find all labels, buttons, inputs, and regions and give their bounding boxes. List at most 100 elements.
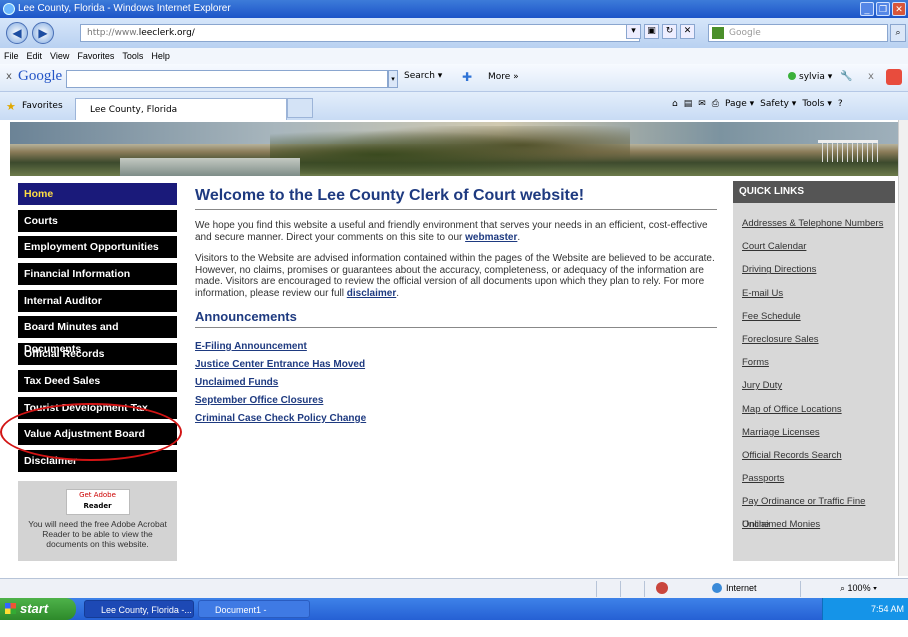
adobe-reader-label: Reader (83, 502, 112, 510)
window-title-bar: Lee County, Florida - Windows Internet E… (0, 0, 908, 18)
nav-courts[interactable]: Courts (18, 209, 177, 232)
quick-link[interactable]: Addresses & Telephone Numbers (733, 212, 895, 235)
quick-link[interactable]: Fee Schedule (733, 305, 895, 328)
disclaimer-text: Visitors to the Website are advised info… (195, 253, 715, 299)
announcement-link[interactable]: E-Filing Announcement (195, 338, 715, 356)
status-divider (620, 581, 621, 597)
nav-official-records[interactable]: Official Records (18, 343, 177, 366)
status-divider (800, 581, 801, 597)
close-toolbar-icon[interactable]: x (6, 71, 12, 82)
refresh-icon[interactable]: ↻ (662, 24, 677, 39)
quick-link[interactable]: Pay Ordinance or Traffic Fine Online (733, 490, 895, 530)
banner-pier (818, 140, 878, 162)
quick-link[interactable]: Driving Directions (733, 258, 895, 281)
google-toolbar: x Google ▾ Search ▾ ✚ More » sylvia ▾ 🔧 … (0, 64, 908, 92)
adobe-reader-box: Get Adobe Reader You will need the free … (18, 481, 177, 561)
nav-board-minutes[interactable]: Board Minutes and Documents (18, 316, 177, 355)
nav-home[interactable]: Home (18, 183, 177, 205)
maximize-button[interactable]: ❐ (876, 2, 890, 16)
nav-tax-deed-sales[interactable]: Tax Deed Sales (18, 369, 177, 392)
zoom-control[interactable]: ⌕ 100% ▾ (840, 583, 877, 594)
menu-file[interactable]: File (4, 48, 19, 64)
tab-lee-county[interactable]: Lee County, Florida (75, 98, 287, 120)
new-tab-button[interactable] (287, 98, 313, 118)
google-search-input[interactable] (66, 70, 388, 88)
main-content: Welcome to the Lee County Clerk of Court… (195, 187, 717, 428)
menu-tools[interactable]: Tools (122, 48, 143, 64)
toolbar-app-icon[interactable] (886, 69, 902, 85)
announcement-link[interactable]: Unclaimed Funds (195, 374, 715, 392)
start-button[interactable]: start (0, 598, 76, 620)
page-menu[interactable]: Page ▾ (725, 99, 754, 109)
webmaster-link[interactable]: webmaster (465, 232, 517, 243)
quick-link[interactable]: Passports (733, 467, 895, 490)
google-search-button[interactable]: Search ▾ (404, 71, 442, 81)
stop-icon[interactable]: ✕ (680, 24, 695, 39)
menu-view[interactable]: View (50, 48, 69, 64)
menu-favorites[interactable]: Favorites (77, 48, 114, 64)
quick-link[interactable]: Marriage Licenses (733, 421, 895, 444)
url-host: leeclerk.org/ (138, 28, 195, 38)
minimize-button[interactable]: _ (860, 2, 874, 16)
banner-trees (270, 126, 630, 174)
google-dropdown-icon[interactable]: ▾ (388, 70, 398, 88)
disclaimer-link[interactable]: disclaimer (347, 288, 396, 299)
nav-employment[interactable]: Employment Opportunities (18, 236, 177, 259)
quick-link[interactable]: Court Calendar (733, 235, 895, 258)
close-icon[interactable]: x (868, 71, 874, 82)
announcement-link[interactable]: September Office Closures (195, 392, 715, 410)
search-box[interactable]: Google (708, 24, 888, 42)
taskbar-word-window[interactable]: Document1 - Microsof... (198, 600, 310, 633)
favorites-star-icon[interactable]: ★ (6, 100, 16, 113)
more-button[interactable]: More » (488, 72, 519, 82)
page-title: Welcome to the Lee County Clerk of Court… (195, 187, 585, 204)
title-divider (195, 209, 717, 210)
home-icon[interactable]: ⌂ (672, 99, 678, 109)
quick-link[interactable]: Foreclosure Sales (733, 328, 895, 351)
window-controls: _ ❐ ✕ (860, 2, 906, 16)
search-go-icon[interactable]: ⌕ (890, 24, 906, 42)
windows-logo-icon (5, 603, 16, 614)
user-menu[interactable]: sylvia ▾ (788, 72, 832, 82)
wrench-icon[interactable]: 🔧 (840, 71, 852, 82)
zoom-level: 100% (847, 583, 871, 593)
quick-link[interactable]: Official Records Search (733, 444, 895, 467)
quick-links-panel: QUICK LINKS Addresses & Telephone Number… (733, 181, 895, 561)
quick-link[interactable]: Forms (733, 351, 895, 374)
nav-financial[interactable]: Financial Information (18, 263, 177, 286)
safety-menu[interactable]: Safety ▾ (760, 99, 796, 109)
close-button[interactable]: ✕ (892, 2, 906, 16)
url-field[interactable]: http://www.leeclerk.org/ (80, 24, 640, 42)
security-zone: Internet (712, 583, 757, 593)
quick-link[interactable]: Map of Office Locations (733, 398, 895, 421)
search-placeholder: Google (729, 28, 761, 38)
print-icon[interactable]: ⎙ (712, 99, 719, 109)
back-button[interactable]: ◀ (6, 22, 28, 44)
help-icon[interactable]: ? (838, 99, 843, 109)
menu-edit[interactable]: Edit (27, 48, 43, 64)
highlight-annotation-circle (0, 403, 182, 461)
taskbar-ie-window[interactable]: Lee County, Florida -... (84, 600, 194, 618)
vertical-scrollbar[interactable] (898, 120, 908, 576)
dropdown-icon[interactable]: ▾ (626, 24, 641, 39)
favorites-button[interactable]: Favorites (22, 101, 63, 111)
feeds-icon[interactable]: ▤ (684, 99, 693, 109)
announcement-link[interactable]: Criminal Case Check Policy Change (195, 410, 715, 428)
mail-icon[interactable]: ✉ (698, 99, 706, 109)
quick-link[interactable]: E-mail Us (733, 282, 895, 305)
quick-link[interactable]: Unclaimed Monies (733, 513, 895, 536)
menu-help[interactable]: Help (151, 48, 170, 64)
adobe-reader-logo[interactable]: Get Adobe Reader (65, 489, 130, 515)
add-icon[interactable]: ✚ (462, 70, 472, 84)
tools-menu[interactable]: Tools ▾ (802, 99, 832, 109)
windows-taskbar: start Lee County, Florida -... Document1… (0, 598, 908, 633)
compat-view-icon[interactable]: ▣ (644, 24, 659, 39)
menu-bar: File Edit View Favorites Tools Help (0, 48, 908, 64)
banner-fountain (120, 158, 300, 176)
quick-link[interactable]: Jury Duty (733, 374, 895, 397)
announcement-link[interactable]: Justice Center Entrance Has Moved (195, 356, 715, 374)
nav-internal-auditor[interactable]: Internal Auditor (18, 289, 177, 312)
security-icon[interactable] (656, 582, 668, 594)
google-logo: Google (18, 68, 63, 84)
forward-button[interactable]: ▶ (32, 22, 54, 44)
